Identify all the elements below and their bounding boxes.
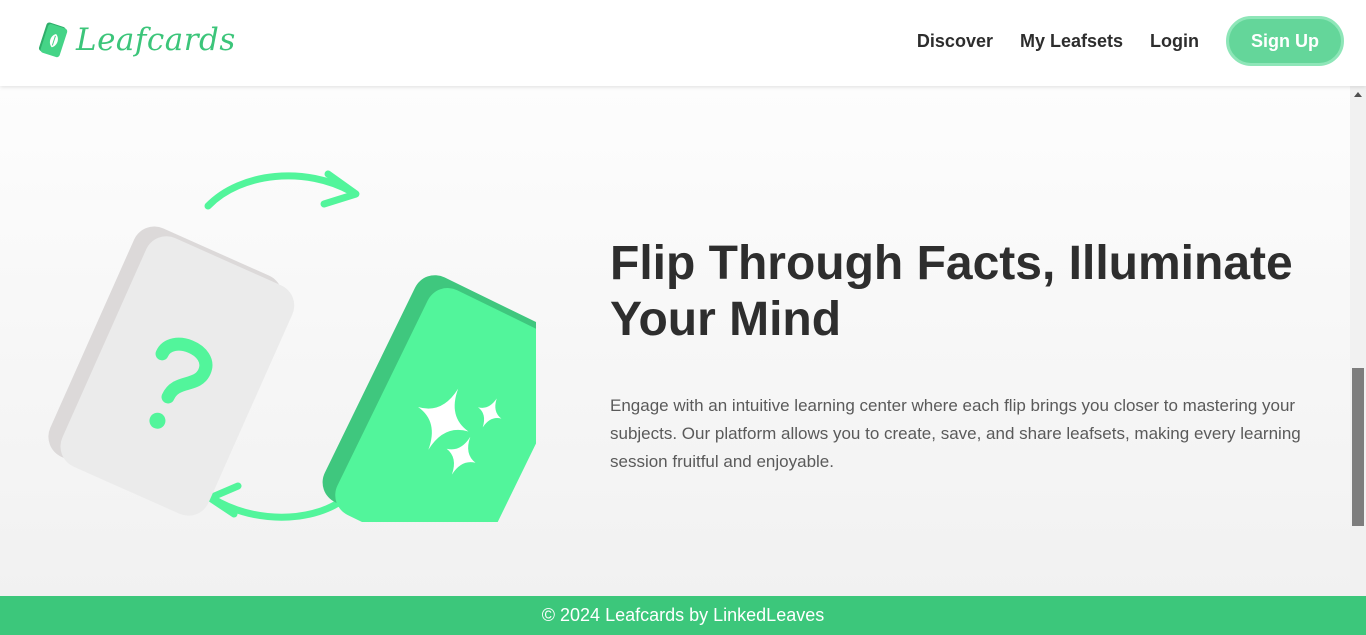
top-navbar: Leafcards Discover My Leafsets Login Sig… bbox=[0, 0, 1366, 86]
leaf-card-icon bbox=[38, 22, 68, 58]
hero-section: Flip Through Facts, Illuminate Your Mind… bbox=[0, 86, 1350, 596]
nav-discover-link[interactable]: Discover bbox=[917, 31, 993, 52]
scrollbar-thumb[interactable] bbox=[1352, 368, 1364, 526]
page-scrollbar[interactable] bbox=[1350, 86, 1366, 596]
hero-description: Engage with an intuitive learning center… bbox=[610, 396, 1301, 471]
brand-name: Leafcards bbox=[76, 22, 236, 58]
nav-login-link[interactable]: Login bbox=[1150, 31, 1199, 52]
scroll-up-icon[interactable] bbox=[1354, 92, 1362, 97]
flashcard-illustration bbox=[48, 170, 536, 522]
page-footer: © 2024 Leafcards by LinkedLeaves bbox=[0, 596, 1366, 635]
signup-button[interactable]: Sign Up bbox=[1226, 16, 1344, 66]
question-card bbox=[48, 226, 295, 516]
footer-copyright: © 2024 Leafcards by LinkedLeaves bbox=[541, 605, 825, 625]
flip-arrow-top-icon bbox=[204, 170, 360, 210]
nav-my-leafsets-link[interactable]: My Leafsets bbox=[1020, 31, 1123, 52]
brand-logo-link[interactable]: Leafcards bbox=[34, 18, 236, 62]
answer-card bbox=[322, 275, 536, 522]
hero-title: Flip Through Facts, Illuminate Your Mind bbox=[610, 237, 1293, 346]
nav-links: Discover My Leafsets Login Sign Up bbox=[917, 16, 1344, 66]
